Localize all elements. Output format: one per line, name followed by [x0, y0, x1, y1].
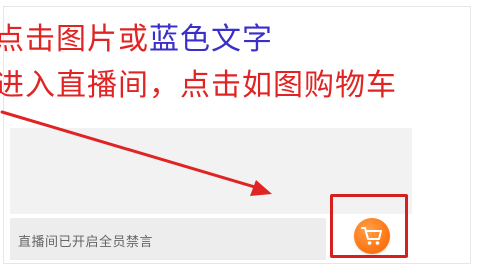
instruction-line-2: 进入直播间，点击如图购物车 [0, 68, 397, 103]
instruction-red-text: 点击图片或 [0, 22, 149, 57]
chat-bar: 直播间已开启全员禁言 [10, 218, 326, 260]
instruction-blue-text[interactable]: 蓝色文字 [149, 22, 273, 57]
cart-button[interactable] [354, 218, 390, 254]
shopping-cart-icon [361, 227, 382, 245]
instruction-line-1: 点击图片或蓝色文字 [0, 22, 273, 58]
mute-status-text: 直播间已开启全员禁言 [18, 235, 154, 250]
